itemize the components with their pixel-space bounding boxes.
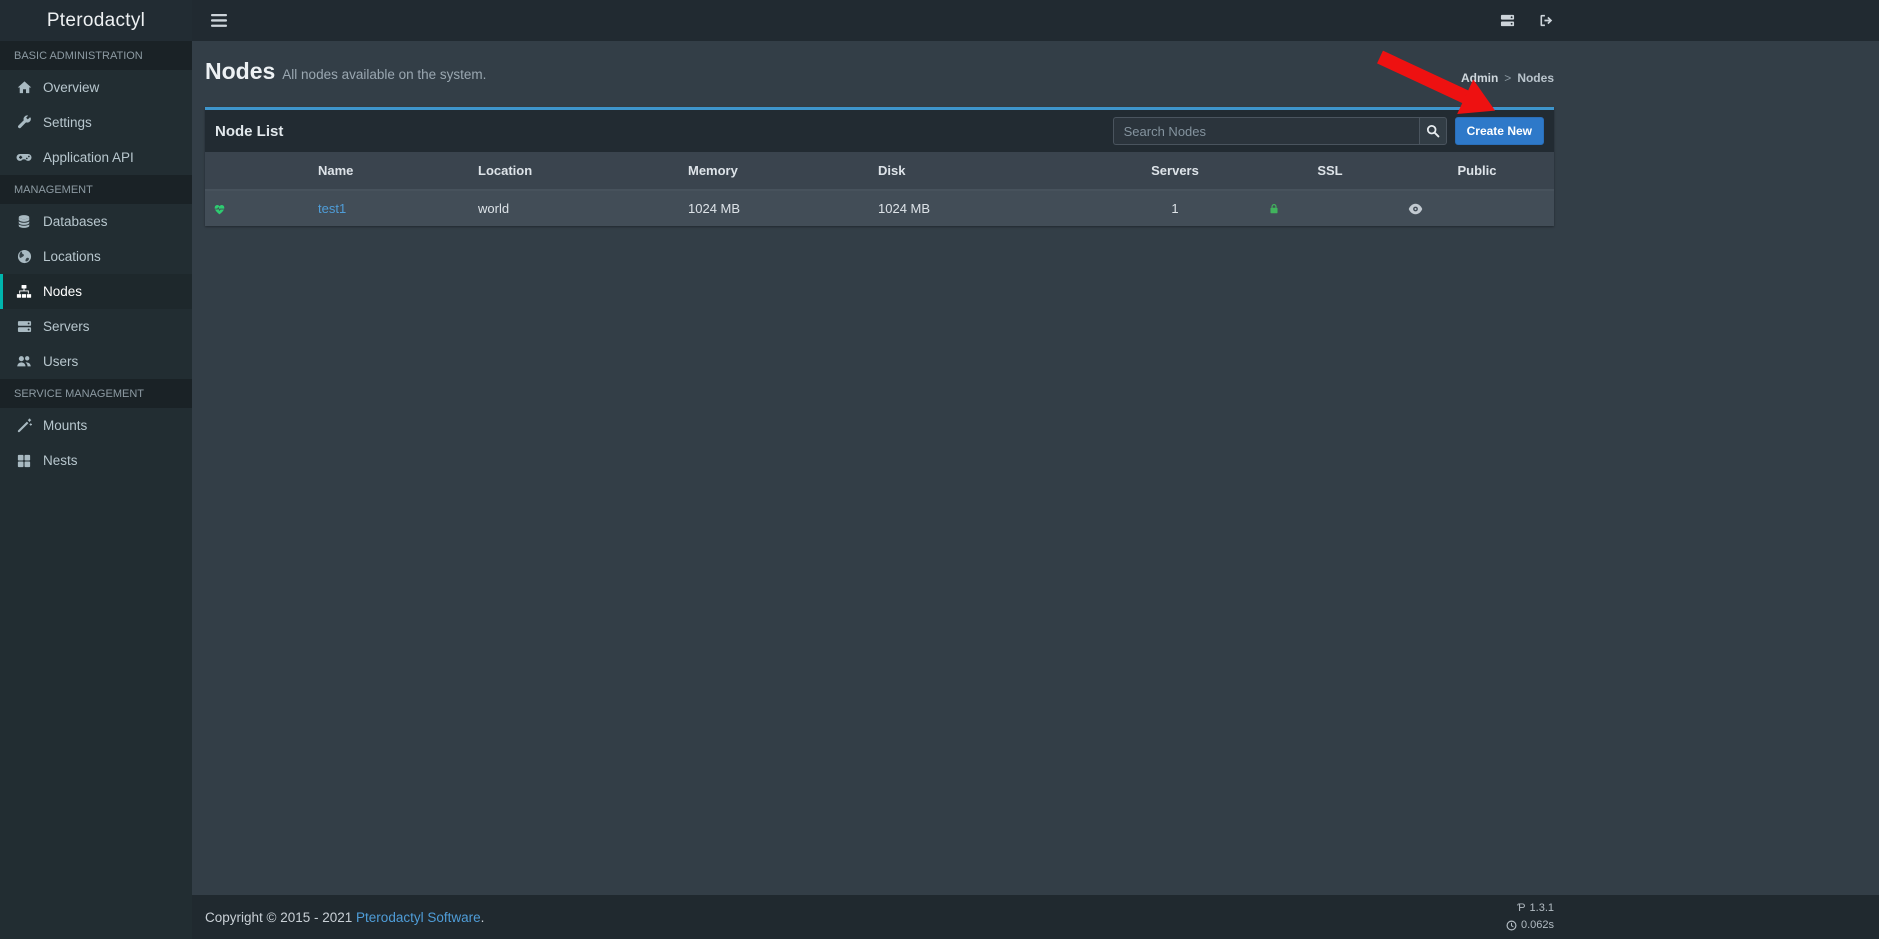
- search-button[interactable]: [1419, 117, 1447, 145]
- sidebar-item-label: Mounts: [43, 418, 87, 433]
- node-name-link[interactable]: test1: [318, 201, 346, 216]
- sidebar-item-databases[interactable]: Databases: [0, 204, 192, 239]
- navbar-actions: [1500, 13, 1554, 28]
- search-group: Create New: [1113, 117, 1544, 145]
- sidebar-item-label: Servers: [43, 319, 90, 334]
- copyright-suffix: .: [481, 910, 485, 925]
- wand-icon: [15, 418, 33, 433]
- brand-logo: Pterodactyl: [0, 0, 192, 41]
- sidebar-section-service-management: SERVICE MANAGEMENT: [0, 379, 192, 408]
- sign-out-icon[interactable]: [1539, 13, 1554, 28]
- sidebar-item-servers[interactable]: Servers: [0, 309, 192, 344]
- node-table: Name Location Memory Disk Servers SSL Pu…: [205, 152, 1554, 226]
- search-icon: [1426, 124, 1440, 138]
- sidebar-item-locations[interactable]: Locations: [0, 239, 192, 274]
- table-row: test1 world 1024 MB 1024 MB 1: [205, 190, 1554, 226]
- node-name-cell: test1: [310, 190, 470, 226]
- lock-icon: [1268, 202, 1392, 215]
- column-header-public: Public: [1400, 152, 1554, 190]
- column-header-servers: Servers: [1090, 152, 1260, 190]
- heartbeat-icon: [213, 203, 302, 215]
- sidebar-item-label: Nests: [43, 453, 78, 468]
- footer: Copyright © 2015 - 2021 Pterodactyl Soft…: [192, 895, 1879, 939]
- copyright-text: Copyright © 2015 - 2021: [205, 910, 356, 925]
- sidebar-item-label: Locations: [43, 249, 101, 264]
- server-list-icon[interactable]: [1500, 13, 1515, 28]
- sidebar-item-mounts[interactable]: Mounts: [0, 408, 192, 443]
- page-title-text: Nodes: [205, 58, 275, 84]
- heartbeat-cell: [205, 190, 310, 226]
- breadcrumb-separator: >: [1504, 71, 1511, 85]
- version-icon: Ƥ: [1517, 900, 1525, 917]
- wrench-icon: [15, 115, 33, 130]
- sidebar-item-label: Overview: [43, 80, 99, 95]
- users-icon: [15, 354, 33, 369]
- sidebar-toggle-button[interactable]: [205, 0, 235, 41]
- page-title: Nodes All nodes available on the system.: [205, 56, 486, 90]
- sidebar-item-label: Nodes: [43, 284, 82, 299]
- panel-wrapper: Node List Create New: [205, 90, 1554, 226]
- version-number: 1.3.1: [1530, 900, 1554, 917]
- page-subtitle: All nodes available on the system.: [282, 67, 486, 82]
- breadcrumb: Admin > Nodes: [1461, 71, 1554, 85]
- content-header: NodesAll nodes available on the system. …: [205, 41, 1554, 90]
- sidebar-section-management: MANAGEMENT: [0, 175, 192, 204]
- panel-header: Node List Create New: [205, 110, 1554, 152]
- clock-icon: [1506, 920, 1517, 931]
- sidebar-item-label: Settings: [43, 115, 92, 130]
- render-time: 0.062s: [1521, 917, 1554, 934]
- search-input[interactable]: [1113, 117, 1419, 145]
- main-content: NodesAll nodes available on the system. …: [192, 41, 1879, 939]
- sidebar-item-label: Users: [43, 354, 78, 369]
- sidebar-item-settings[interactable]: Settings: [0, 105, 192, 140]
- globe-icon: [15, 249, 33, 264]
- node-memory-cell: 1024 MB: [680, 190, 870, 226]
- sidebar-item-users[interactable]: Users: [0, 344, 192, 379]
- column-header-ssl: SSL: [1260, 152, 1400, 190]
- home-icon: [15, 80, 33, 95]
- node-servers-cell: 1: [1090, 190, 1260, 226]
- footer-meta: Ƥ 1.3.1 0.062s: [1506, 900, 1554, 934]
- sidebar: BASIC ADMINISTRATION Overview Settings A…: [0, 41, 192, 939]
- node-disk-cell: 1024 MB: [870, 190, 1090, 226]
- server-icon: [15, 319, 33, 334]
- column-header-disk: Disk: [870, 152, 1090, 190]
- sidebar-section-basic-administration: BASIC ADMINISTRATION: [0, 41, 192, 70]
- table-header-row: Name Location Memory Disk Servers SSL Pu…: [205, 152, 1554, 190]
- version-line: Ƥ 1.3.1: [1517, 900, 1554, 917]
- node-public-cell: [1400, 190, 1554, 226]
- sidebar-item-nests[interactable]: Nests: [0, 443, 192, 478]
- copyright: Copyright © 2015 - 2021 Pterodactyl Soft…: [205, 910, 484, 925]
- breadcrumb-current: Nodes: [1517, 71, 1554, 85]
- create-new-button[interactable]: Create New: [1455, 117, 1544, 145]
- column-header-location: Location: [470, 152, 680, 190]
- gamepad-icon: [15, 150, 33, 165]
- topbar: [192, 0, 1554, 41]
- node-ssl-cell: [1260, 190, 1400, 226]
- sidebar-item-nodes[interactable]: Nodes: [0, 274, 192, 309]
- render-time-line: 0.062s: [1506, 917, 1554, 934]
- hamburger-icon: [211, 14, 227, 27]
- column-header-name: Name: [310, 152, 470, 190]
- vendor-link[interactable]: Pterodactyl Software: [356, 910, 481, 925]
- eye-icon: [1408, 203, 1546, 215]
- sidebar-item-application-api[interactable]: Application API: [0, 140, 192, 175]
- sidebar-item-overview[interactable]: Overview: [0, 70, 192, 105]
- top-navbar: Pterodactyl: [0, 0, 1879, 41]
- column-header-heartbeat: [205, 152, 310, 190]
- node-list-panel: Node List Create New: [205, 107, 1554, 226]
- node-location-cell: world: [470, 190, 680, 226]
- database-icon: [15, 214, 33, 229]
- grid-icon: [15, 454, 33, 468]
- panel-title: Node List: [215, 123, 1113, 140]
- sidebar-item-label: Databases: [43, 214, 108, 229]
- sidebar-item-label: Application API: [43, 150, 134, 165]
- sitemap-icon: [15, 284, 33, 299]
- column-header-memory: Memory: [680, 152, 870, 190]
- breadcrumb-admin-link[interactable]: Admin: [1461, 71, 1498, 85]
